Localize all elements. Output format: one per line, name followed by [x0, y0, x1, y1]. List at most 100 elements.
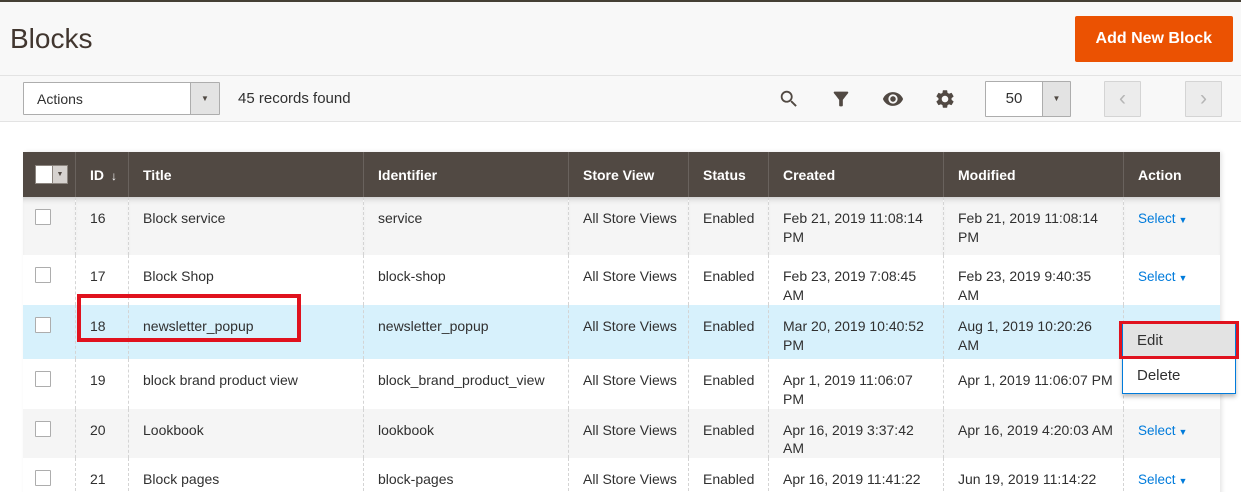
grid-toolbar: Actions ▼ 45 records found 50 ▼ ‹ › [0, 75, 1241, 122]
table-row: 16 Block service service All Store Views… [23, 197, 1220, 255]
cell-modified: Apr 16, 2019 4:20:03 AM [943, 409, 1123, 459]
cell-identifier: service [363, 197, 568, 255]
per-page-selector[interactable]: 50 ▼ [985, 81, 1071, 117]
actions-dropdown[interactable]: Actions ▼ [23, 82, 220, 115]
cell-id: 16 [75, 197, 128, 255]
select-all-checkbox[interactable]: ▼ [35, 165, 68, 184]
cell-title: Lookbook [128, 409, 363, 459]
blocks-grid: ▼ ID↓ Title Identifier Store View Status… [23, 152, 1220, 492]
prev-page-icon: ‹ [1119, 87, 1126, 111]
actions-dropdown-label: Actions [24, 91, 83, 107]
caret-down-icon: ▼ [1179, 427, 1188, 437]
gear-icon[interactable] [933, 87, 957, 111]
row-checkbox[interactable] [35, 371, 51, 387]
menu-item-delete[interactable]: Delete [1123, 358, 1235, 393]
cell-title: Block pages [128, 458, 363, 492]
next-page-icon: › [1200, 87, 1207, 111]
cell-status: Enabled [688, 458, 768, 492]
caret-down-icon[interactable]: ▼ [190, 83, 219, 114]
column-header-modified[interactable]: Modified [943, 152, 1123, 197]
column-header-store-view[interactable]: Store View [568, 152, 688, 197]
records-count: 45 records found [238, 90, 351, 107]
row-checkbox[interactable] [35, 421, 51, 437]
cell-title: Block Shop [128, 255, 363, 305]
cell-store-view: All Store Views [568, 409, 688, 459]
search-icon[interactable] [777, 87, 801, 111]
caret-down-icon: ▼ [1179, 476, 1188, 486]
cell-id: 19 [75, 359, 128, 409]
row-select-action[interactable]: Select▼ [1138, 423, 1187, 438]
eye-columns-icon[interactable] [881, 87, 905, 111]
grid-header-row: ▼ ID↓ Title Identifier Store View Status… [23, 152, 1220, 197]
filter-icon[interactable] [829, 87, 853, 111]
cell-title: Block service [128, 197, 363, 255]
table-row: 21 Block pages block-pages All Store Vie… [23, 458, 1220, 492]
table-row-highlighted: 18 newsletter_popup newsletter_popup All… [23, 305, 1220, 359]
select-all-header[interactable]: ▼ [23, 152, 75, 197]
column-header-action[interactable]: Action [1123, 152, 1220, 197]
cell-created: Feb 23, 2019 7:08:45 AM [768, 255, 943, 305]
checkbox-box [36, 166, 52, 183]
cell-status: Enabled [688, 255, 768, 305]
cell-created: Apr 1, 2019 11:06:07 PM [768, 359, 943, 409]
column-header-id[interactable]: ID↓ [75, 152, 128, 197]
sort-desc-icon: ↓ [111, 169, 117, 183]
row-select-action[interactable]: Select▼ [1138, 211, 1187, 226]
row-checkbox[interactable] [35, 209, 51, 225]
cell-modified: Feb 21, 2019 11:08:14 PM [943, 197, 1123, 255]
next-page-button[interactable]: › [1185, 81, 1222, 117]
cell-status: Enabled [688, 359, 768, 409]
cell-id: 20 [75, 409, 128, 459]
row-select-action[interactable]: Select▼ [1138, 269, 1187, 284]
cell-modified: Aug 1, 2019 10:20:26 AM [943, 305, 1123, 359]
caret-down-icon[interactable]: ▼ [1042, 82, 1070, 116]
cell-status: Enabled [688, 197, 768, 255]
cell-identifier: block-shop [363, 255, 568, 305]
cell-id: 21 [75, 458, 128, 492]
cell-store-view: All Store Views [568, 458, 688, 492]
cell-identifier: lookbook [363, 409, 568, 459]
menu-item-edit[interactable]: Edit [1123, 323, 1235, 358]
cell-created: Feb 21, 2019 11:08:14 PM [768, 197, 943, 255]
cell-id: 18 [75, 305, 128, 359]
cell-created: Apr 16, 2019 3:37:42 AM [768, 409, 943, 459]
caret-down-icon: ▼ [1179, 215, 1188, 225]
cell-title: block brand product view [128, 359, 363, 409]
cell-created: Mar 20, 2019 10:40:52 PM [768, 305, 943, 359]
table-row: 17 Block Shop block-shop All Store Views… [23, 255, 1220, 305]
page-header: Blocks Add New Block [0, 2, 1241, 75]
cell-store-view: All Store Views [568, 255, 688, 305]
column-header-status[interactable]: Status [688, 152, 768, 197]
caret-down-icon: ▼ [52, 166, 67, 183]
cell-identifier: block_brand_product_view [363, 359, 568, 409]
row-checkbox[interactable] [35, 267, 51, 283]
cell-id: 17 [75, 255, 128, 305]
page-title: Blocks [10, 23, 92, 55]
caret-down-icon: ▼ [1179, 273, 1188, 283]
row-checkbox[interactable] [35, 317, 51, 333]
column-header-created[interactable]: Created [768, 152, 943, 197]
add-new-block-button[interactable]: Add New Block [1075, 16, 1233, 62]
row-checkbox[interactable] [35, 470, 51, 486]
cell-identifier: block-pages [363, 458, 568, 492]
per-page-value: 50 [986, 90, 1042, 107]
row-select-action[interactable]: Select▼ [1138, 472, 1187, 487]
cell-status: Enabled [688, 305, 768, 359]
cell-modified: Apr 1, 2019 11:06:07 PM [943, 359, 1123, 409]
column-header-title[interactable]: Title [128, 152, 363, 197]
cell-status: Enabled [688, 409, 768, 459]
table-row: 19 block brand product view block_brand_… [23, 359, 1220, 409]
cell-identifier: newsletter_popup [363, 305, 568, 359]
cell-title: newsletter_popup [128, 305, 363, 359]
column-header-identifier[interactable]: Identifier [363, 152, 568, 197]
cell-modified: Jun 19, 2019 11:14:22 PM [943, 458, 1123, 492]
row-action-menu: Edit Delete [1122, 322, 1236, 394]
cell-created: Apr 16, 2019 11:41:22 PM [768, 458, 943, 492]
cell-store-view: All Store Views [568, 197, 688, 255]
cell-store-view: All Store Views [568, 359, 688, 409]
table-row: 20 Lookbook lookbook All Store Views Ena… [23, 409, 1220, 459]
cell-store-view: All Store Views [568, 305, 688, 359]
prev-page-button[interactable]: ‹ [1104, 81, 1141, 117]
grid-area: ▼ ID↓ Title Identifier Store View Status… [0, 152, 1241, 492]
cell-modified: Feb 23, 2019 9:40:35 AM [943, 255, 1123, 305]
